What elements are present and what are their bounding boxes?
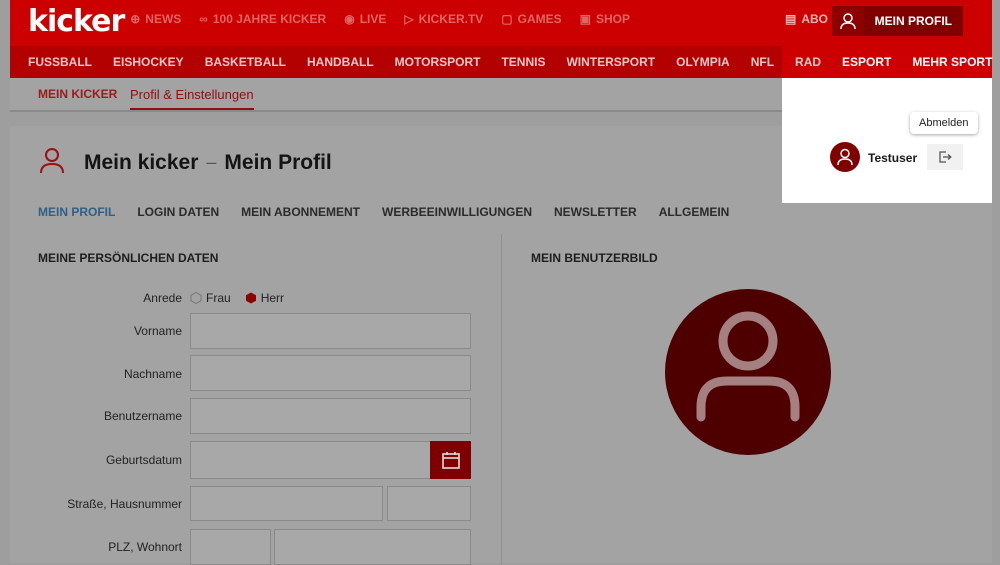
- play-icon: ▷: [404, 12, 414, 26]
- tab-newsletter[interactable]: NEWSLETTER: [554, 205, 637, 219]
- gamepad-icon: ▢: [501, 12, 513, 26]
- user-menu-highlight: [782, 78, 992, 203]
- cat-nfl[interactable]: NFL: [751, 55, 774, 69]
- radio-frau[interactable]: Frau: [190, 291, 231, 305]
- avatar-heading: MEIN BENUTZERBILD: [531, 251, 658, 265]
- subnav-profil-einstellungen[interactable]: Profil & Einstellungen: [130, 87, 254, 110]
- subnav-mein-kicker[interactable]: MEIN KICKER: [38, 87, 117, 101]
- wohnort-input[interactable]: [274, 529, 471, 565]
- vorname-input[interactable]: [190, 313, 471, 349]
- tab-allgemein[interactable]: ALLGEMEIN: [659, 205, 730, 219]
- nav-kicker-tv[interactable]: ▷ KICKER.TV: [404, 12, 483, 26]
- kicker-logo[interactable]: kicker: [28, 4, 125, 39]
- cat-rad[interactable]: RAD: [795, 55, 821, 69]
- top-nav: ⊕ NEWS ∞ 100 JAHRE KICKER ◉ LIVE ▷ KICKER.TV…: [130, 12, 630, 26]
- nav-100-jahre[interactable]: ∞ 100 JAHRE KICKER: [199, 12, 326, 26]
- page-title: Mein kicker – Mein Profil: [38, 146, 332, 179]
- top-nav-abo: ▤ ABO: [785, 12, 828, 26]
- cat-tennis[interactable]: TENNIS: [501, 55, 545, 69]
- bag-icon: ▣: [579, 12, 591, 26]
- profile-tabs: MEIN PROFIL LOGIN DATEN MEIN ABONNEMENT …: [38, 205, 729, 219]
- cat-olympia[interactable]: OLYMPIA: [676, 55, 730, 69]
- nav-news[interactable]: ⊕ NEWS: [130, 12, 181, 26]
- strasse-input[interactable]: [190, 486, 383, 521]
- username-label[interactable]: Testuser: [868, 151, 917, 165]
- cat-esport[interactable]: ESPORT: [842, 55, 891, 69]
- title-mein-profil: Mein Profil: [224, 150, 332, 174]
- radio-selected-icon: [245, 292, 256, 304]
- logout-tooltip: Abmelden: [910, 112, 978, 134]
- tab-werbeeinwilligungen[interactable]: WERBEEINWILLIGUNGEN: [382, 205, 532, 219]
- anrede-label: Anrede: [143, 291, 182, 305]
- live-icon: ◉: [344, 12, 355, 26]
- cat-wintersport[interactable]: WINTERSPORT: [566, 55, 655, 69]
- tab-mein-abonnement[interactable]: MEIN ABONNEMENT: [241, 205, 360, 219]
- nav-games[interactable]: ▢ GAMES: [501, 12, 561, 26]
- category-nav: FUSSBALL EISHOCKEY BASKETBALL HANDBALL M…: [28, 55, 992, 69]
- title-mein-kicker: Mein kicker: [84, 150, 199, 174]
- geburtsdatum-input[interactable]: [190, 441, 431, 479]
- profile-icon: [38, 146, 66, 179]
- vorname-label: Vorname: [133, 324, 182, 338]
- user-icon: [837, 148, 853, 166]
- cat-eishockey[interactable]: EISHOCKEY: [113, 55, 184, 69]
- nav-live[interactable]: ◉ LIVE: [344, 12, 386, 26]
- logout-icon: [939, 151, 952, 163]
- cat-handball[interactable]: HANDBALL: [307, 55, 374, 69]
- cat-mehr-sport[interactable]: MEHR SPORT: [912, 55, 992, 69]
- nav-shop[interactable]: ▣ SHOP: [580, 12, 630, 26]
- cat-motorsport[interactable]: MOTORSPORT: [395, 55, 481, 69]
- column-divider: [501, 234, 502, 564]
- calendar-button[interactable]: [430, 441, 471, 479]
- page: kicker ⊕ NEWS ∞ 100 JAHRE KICKER ◉ LIVE ▷ KI…: [0, 0, 1000, 565]
- mein-profil-button[interactable]: MEIN PROFIL: [831, 6, 963, 36]
- nav-abo[interactable]: ▤ ABO: [785, 12, 828, 26]
- plz-input[interactable]: [190, 529, 271, 565]
- benutzername-label: Benutzername: [103, 409, 182, 423]
- geburtsdatum-label: Geburtsdatum: [105, 453, 182, 467]
- newspaper-icon: ▤: [784, 12, 797, 26]
- infinity-icon: ∞: [199, 12, 208, 26]
- cat-fussball[interactable]: FUSSBALL: [28, 55, 92, 69]
- strasse-label: Straße, Hausnummer: [67, 497, 182, 511]
- nachname-label: Nachname: [123, 367, 182, 381]
- mein-profil-label: MEIN PROFIL: [863, 6, 963, 36]
- benutzername-input[interactable]: [190, 398, 471, 434]
- tab-login-daten[interactable]: LOGIN DATEN: [137, 205, 219, 219]
- globe-icon: ⊕: [130, 12, 141, 26]
- user-icon: [831, 6, 864, 36]
- radio-herr[interactable]: Herr: [245, 291, 284, 305]
- user-placeholder-icon: [696, 311, 800, 422]
- user-avatar-small[interactable]: [830, 142, 860, 172]
- nachname-input[interactable]: [190, 355, 471, 391]
- hausnummer-input[interactable]: [387, 486, 471, 521]
- anrede-radio-group: Frau Herr: [190, 291, 284, 305]
- cat-basketball[interactable]: BASKETBALL: [205, 55, 286, 69]
- user-avatar-large[interactable]: [665, 289, 831, 455]
- logout-button[interactable]: [927, 144, 963, 170]
- radio-empty-icon: [190, 292, 202, 304]
- personal-data-heading: MEINE PERSÖNLICHEN DATEN: [38, 251, 219, 265]
- calendar-icon: [441, 452, 460, 469]
- plz-label: PLZ, Wohnort: [108, 540, 182, 554]
- tab-mein-profil[interactable]: MEIN PROFIL: [38, 205, 115, 219]
- title-separator: –: [206, 152, 217, 172]
